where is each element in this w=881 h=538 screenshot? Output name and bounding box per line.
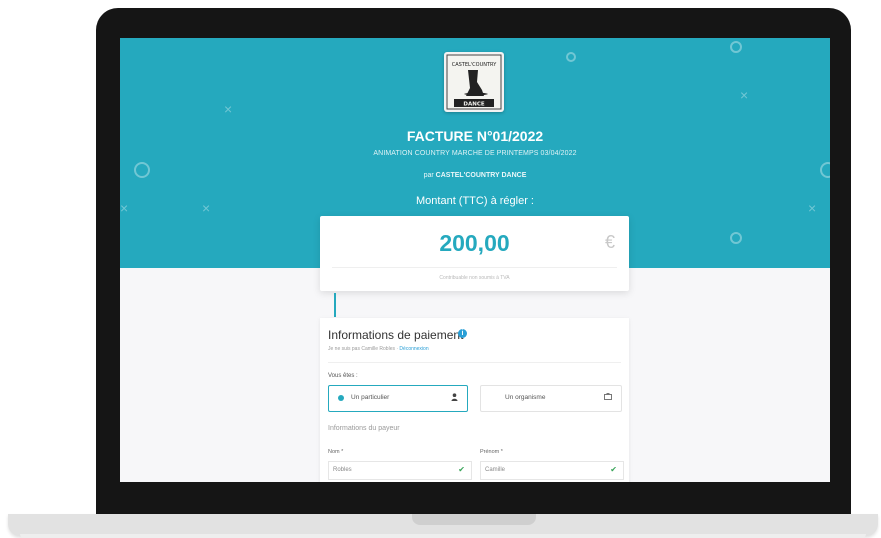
option-individual[interactable]: Un particulier: [328, 385, 468, 412]
amount-label: Montant (TTC) à régler :: [416, 195, 534, 207]
invoice-subtitle: ANIMATION COUNTRY MARCHE DE PRINTEMPS 03…: [373, 150, 577, 157]
check-icon: ✔: [458, 465, 465, 474]
divider: [332, 267, 617, 268]
first-name-label: Prénom *: [480, 449, 503, 455]
invoice-title: FACTURE N°01/2022: [406, 128, 544, 144]
check-icon: ✔: [610, 465, 617, 474]
amount-card: 200,00 € Contribuable non soumis à TVA: [320, 216, 629, 291]
first-name-field[interactable]: Camille ✔: [480, 461, 624, 480]
radio-selected-icon: [338, 395, 344, 401]
organization-logo: CASTEL'COUNTRY DANCE: [444, 52, 504, 112]
decor-circle: [566, 52, 576, 62]
building-icon: [604, 393, 612, 402]
laptop-shadow: [20, 534, 866, 538]
first-name-value: Camille: [485, 467, 506, 473]
option-organization[interactable]: Un organisme: [480, 385, 622, 412]
svg-text:CASTEL'COUNTRY: CASTEL'COUNTRY: [452, 62, 497, 68]
account-line: Je ne suis pas Camille Robles · Déconnex…: [328, 346, 429, 352]
last-name-label: Nom *: [328, 449, 344, 455]
not-me-text: Je ne suis pas Camille Robles ·: [328, 346, 399, 352]
user-icon: [451, 393, 458, 403]
decor-circle: [730, 232, 742, 244]
tax-note: Contribuable non soumis à TVA: [439, 275, 510, 281]
laptop-notch: [412, 514, 536, 525]
issuer-prefix: par: [423, 172, 434, 179]
payment-form: Informations de paiement i Je ne suis pa…: [320, 318, 629, 482]
decor-circle: [730, 41, 742, 53]
payer-type-label: Vous êtes :: [328, 373, 358, 379]
info-icon[interactable]: i: [458, 329, 467, 338]
divider: [328, 362, 621, 363]
option-label: Un organisme: [505, 394, 546, 401]
svg-text:DANCE: DANCE: [463, 102, 484, 108]
last-name-field[interactable]: Robles ✔: [328, 461, 472, 480]
issuer-name: CASTEL'COUNTRY DANCE: [435, 172, 527, 179]
logout-link[interactable]: Déconnexion: [399, 346, 428, 352]
decor-cross: ×: [224, 101, 233, 117]
amount-value: 200,00: [439, 230, 510, 256]
payer-section-title: Informations du payeur: [328, 425, 400, 432]
option-label: Un particulier: [351, 394, 390, 401]
euro-icon: €: [604, 232, 615, 252]
last-name-value: Robles: [333, 467, 352, 473]
accent-line: [334, 293, 336, 317]
laptop-screen: × × × × × CASTEL'COUNTRY DANCE FACTURE N…: [120, 38, 830, 482]
issuer-line: par CASTEL'COUNTRY DANCE: [120, 172, 830, 179]
decor-cross: ×: [740, 87, 749, 103]
payment-section-title: Informations de paiement: [328, 328, 464, 342]
